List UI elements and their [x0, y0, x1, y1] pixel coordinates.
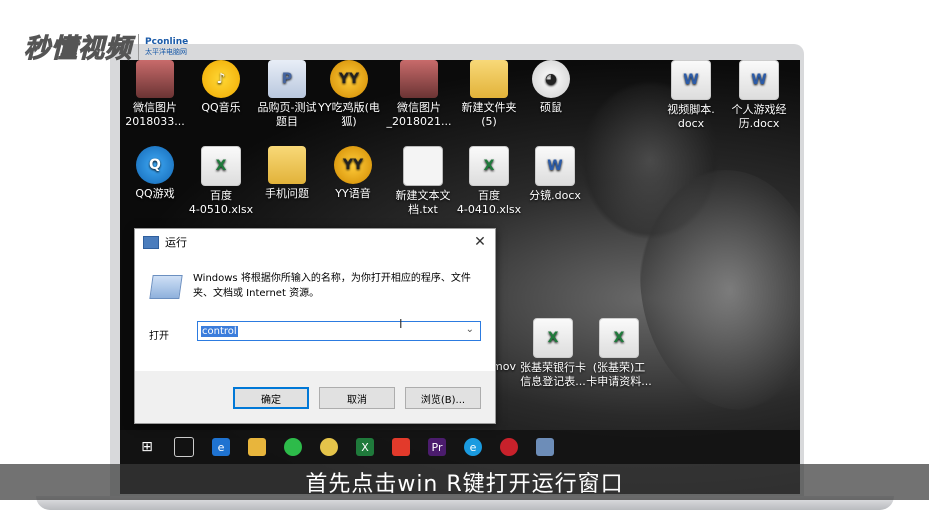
cancel-button[interactable]: 取消 — [319, 387, 395, 409]
subtitle-text: 首先点击win R键打开运行窗口 — [305, 472, 624, 497]
task-view-icon[interactable] — [174, 437, 194, 457]
file-explorer-icon[interactable] — [248, 438, 266, 456]
icon-label: YY语音 — [335, 187, 371, 200]
excel-icon: X — [201, 146, 241, 186]
icon-label: 微信图片 2018033... — [125, 101, 185, 128]
excel-taskbar-icon[interactable]: X — [356, 438, 374, 456]
qq-game-icon: Q — [136, 146, 174, 184]
desktop-icon-baidu-0410[interactable]: X 百度 4-0410.xlsx — [456, 146, 522, 217]
icon-label: 分镜.docx — [529, 189, 581, 202]
run-dialog-titlebar[interactable]: 运行 ✕ — [135, 229, 495, 255]
desktop-icon-work-card-application[interactable]: X (张基荣)工 卡申请资料... — [586, 318, 652, 389]
yy-icon: YY — [330, 60, 368, 98]
ie-icon[interactable]: e — [464, 438, 482, 456]
file-icon: P — [268, 60, 306, 98]
edge-browser-icon[interactable]: e — [212, 438, 230, 456]
desktop-icon-wechat-image-2[interactable]: 微信图片 _2018021... — [386, 60, 452, 129]
button-row: 确定 取消 浏览(B)... — [135, 371, 495, 423]
icon-label: 百度 4-0410.xlsx — [456, 189, 522, 216]
partner-logo: Pconline 太平洋电脑网 — [145, 36, 189, 56]
desktop-icon-storyboard[interactable]: W 分镜.docx — [522, 146, 588, 203]
desktop-icon-qq-music[interactable]: ♪ QQ音乐 — [188, 60, 254, 115]
open-combobox[interactable]: control ⌄ — [197, 321, 481, 341]
desktop-icon-game-experience[interactable]: W 个人游戏经 历.docx — [726, 60, 792, 131]
excel-icon: X — [599, 318, 639, 358]
icon-label: 新建文本文 档.txt — [395, 189, 451, 216]
icon-label: 微信图片 _2018021... — [386, 101, 452, 128]
folder-icon — [268, 146, 306, 184]
icon-label: YY吃鸡版(电 狐) — [318, 101, 380, 128]
app-taskbar-icon[interactable] — [392, 438, 410, 456]
word-icon: W — [671, 60, 711, 100]
desktop-icon-bank-card-form[interactable]: X 张基荣银行卡 信息登记表... — [520, 318, 586, 389]
desktop-icon-pingou[interactable]: P 品购页-测试 题目 — [254, 60, 320, 129]
folder-icon — [470, 60, 508, 98]
open-label: 打开 — [149, 331, 169, 342]
icon-label: QQ游戏 — [135, 187, 175, 200]
photo-icon — [400, 60, 438, 98]
desktop-icon-yy-voice[interactable]: YY YY语音 — [320, 146, 386, 201]
text-cursor-icon: I — [399, 317, 403, 331]
browse-button[interactable]: 浏览(B)... — [405, 387, 481, 409]
word-icon: W — [739, 60, 779, 100]
run-dialog-body: Windows 将根据你所输入的名称，为你打开相应的程序、文件夹、文档或 Int… — [135, 255, 495, 423]
premiere-icon[interactable]: Pr — [428, 438, 446, 456]
word-icon: W — [535, 146, 575, 186]
desktop-icon-qq-game[interactable]: Q QQ游戏 — [122, 146, 188, 201]
txt-icon — [403, 146, 443, 186]
desktop-icon-shuoshu[interactable]: ◕ 硕鼠 — [518, 60, 584, 115]
brand-watermark: 秒懂视频 Pconline 太平洋电脑网 — [23, 28, 189, 65]
desktop-icon-new-folder-5[interactable]: 新建文件夹 (5) — [456, 60, 522, 129]
icon-label: 视频脚本. docx — [667, 103, 715, 130]
run-program-icon — [149, 275, 183, 299]
desktop-icon-video-script[interactable]: W 视频脚本. docx — [658, 60, 724, 131]
desktop-icon-wechat-image-1[interactable]: 微信图片 2018033... — [122, 60, 188, 129]
yy-icon: YY — [334, 146, 372, 184]
desktop-icon-yy-chiji[interactable]: YY YY吃鸡版(电 狐) — [316, 60, 382, 129]
desktop-icon-new-text-doc[interactable]: 新建文本文 档.txt — [390, 146, 456, 217]
desktop-icon-baidu-0510[interactable]: X 百度 4-0510.xlsx — [188, 146, 254, 217]
wallpaper-art — [640, 170, 800, 410]
run-dialog: 运行 ✕ Windows 将根据你所输入的名称，为你打开相应的程序、文件夹、文档… — [134, 228, 496, 424]
logo-divider — [138, 33, 140, 60]
icon-label: 品购页-测试 题目 — [257, 101, 317, 128]
brand-logo: 秒懂视频 — [23, 34, 133, 65]
run-icon — [143, 235, 159, 249]
desktop-icon-phone-issues[interactable]: 手机问题 — [254, 146, 320, 201]
windows-start-icon[interactable]: ⊞ — [138, 438, 156, 456]
icon-label: 个人游戏经 历.docx — [731, 103, 787, 130]
recorder-icon[interactable] — [500, 438, 518, 456]
excel-icon: X — [533, 318, 573, 358]
run-description: Windows 将根据你所输入的名称，为你打开相应的程序、文件夹、文档或 Int… — [193, 273, 471, 299]
icon-label: 硕鼠 — [540, 101, 562, 114]
icon-label: QQ音乐 — [201, 101, 241, 114]
close-button[interactable]: ✕ — [471, 233, 489, 251]
icon-label: 新建文件夹 (5) — [461, 101, 517, 128]
desktop-screen: 微信图片 2018033... ♪ QQ音乐 P 品购页-测试 题目 YY YY… — [120, 60, 800, 494]
photo-icon — [136, 60, 174, 98]
icon-label: 百度 4-0510.xlsx — [188, 189, 254, 216]
run-dialog-title: 运行 — [165, 236, 187, 249]
chevron-down-icon[interactable]: ⌄ — [466, 324, 474, 335]
wechat-icon[interactable] — [284, 438, 302, 456]
qq-music-icon: ♪ — [202, 60, 240, 98]
excel-icon: X — [469, 146, 509, 186]
subtitle-bar: 首先点击win R键打开运行窗口 — [0, 464, 929, 500]
icon-label: 手机问题 — [265, 187, 309, 200]
chrome-icon[interactable] — [320, 438, 338, 456]
taskbar: ⊞ e X Pr e — [120, 430, 800, 464]
icon-label: (张基荣)工 卡申请资料... — [586, 361, 652, 388]
mouse-icon: ◕ — [532, 60, 570, 98]
open-input-value[interactable]: control — [201, 325, 238, 337]
icon-label: 张基荣银行卡 信息登记表... — [520, 361, 586, 388]
run-taskbar-icon[interactable] — [536, 438, 554, 456]
ok-button[interactable]: 确定 — [233, 387, 309, 409]
